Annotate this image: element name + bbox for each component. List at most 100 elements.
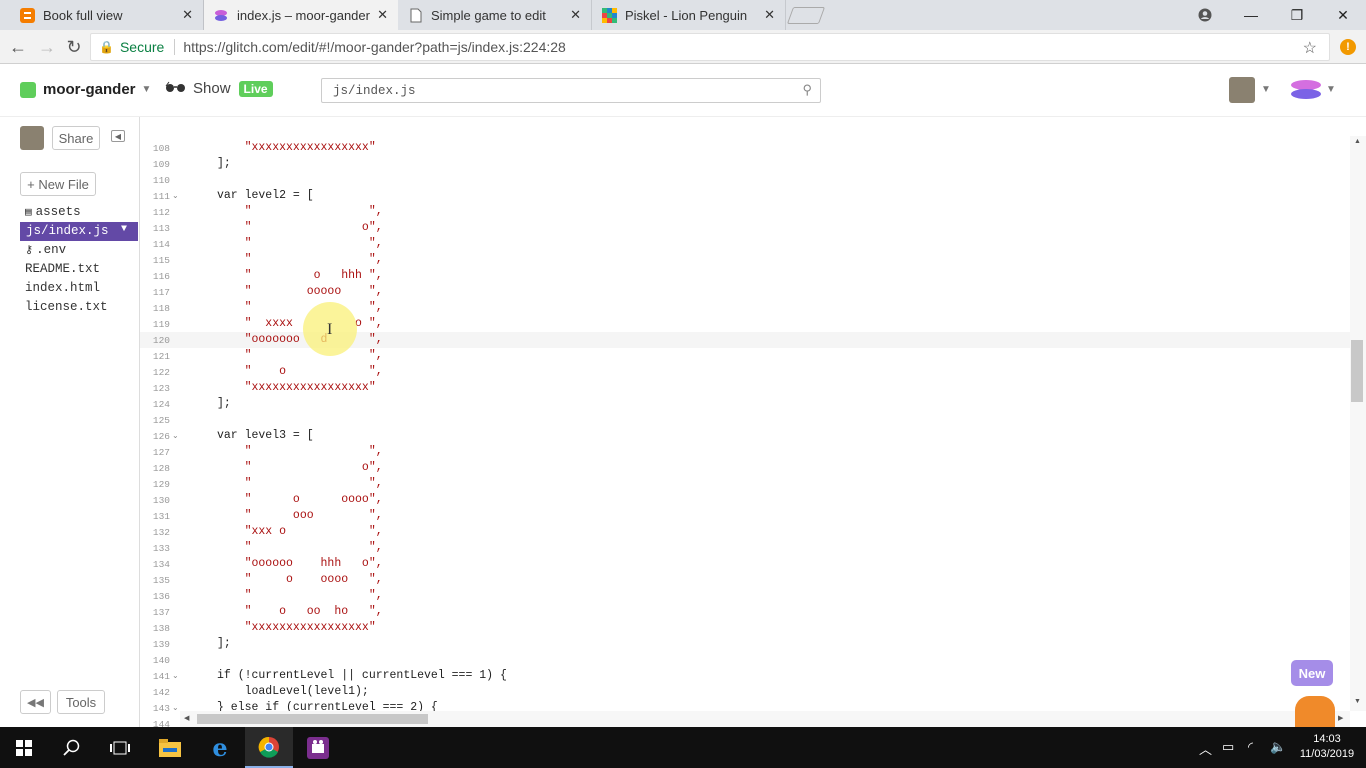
code-editor[interactable]: 108 "xxxxxxxxxxxxxxxxx" 109]; 110 111 ⌄ var l… (140, 117, 1366, 727)
teams-icon[interactable] (294, 727, 342, 768)
code-line[interactable]: " ", (217, 301, 383, 314)
code-line[interactable]: " o", (217, 221, 383, 234)
code-line[interactable]: " ", (217, 445, 383, 458)
show-button[interactable]: Show Live (165, 80, 273, 97)
system-clock[interactable]: 14:03 11/03/2019 (1297, 732, 1357, 762)
code-line[interactable]: " o", (217, 461, 383, 474)
scroll-right-icon[interactable]: ▶ (1338, 714, 1343, 722)
restore-icon[interactable]: ❐ (1274, 0, 1320, 30)
scroll-up-icon[interactable]: ▲ (1354, 138, 1361, 145)
edge-icon[interactable]: e (196, 727, 244, 768)
close-tab-icon[interactable]: ✕ (764, 7, 775, 23)
code-line[interactable]: " o hhh ", (217, 269, 383, 282)
close-tab-icon[interactable]: ✕ (377, 7, 388, 23)
code-line[interactable]: " o oooo ", (217, 573, 383, 586)
chevron-down-icon[interactable]: ▼ (1261, 84, 1271, 95)
scroll-down-icon[interactable]: ▼ (1354, 698, 1361, 705)
code-line[interactable]: " ", (217, 349, 383, 362)
show-hidden-icons-icon[interactable]: ︿ (1199, 739, 1212, 758)
file-env[interactable]: ⚷ .env (25, 243, 66, 257)
browser-tab-piskel[interactable]: Piskel - Lion Penguin ✕ (592, 0, 786, 30)
show-label: Show (193, 80, 231, 97)
profile-icon[interactable] (1182, 0, 1228, 30)
file-explorer-icon[interactable] (146, 727, 194, 768)
project-name-menu[interactable]: moor-gander ▼ (20, 81, 151, 98)
code-line[interactable]: " o ", (217, 365, 383, 378)
file-readme[interactable]: README.txt (25, 262, 100, 276)
task-view-icon[interactable] (96, 727, 144, 768)
wifi-icon[interactable]: ◜ (1248, 739, 1253, 755)
collapse-sidebar-icon[interactable]: ◀ (111, 130, 125, 142)
code-line[interactable]: "xxxxxxxxxxxxxxxxx" (217, 141, 376, 154)
window-close-icon[interactable]: ✕ (1320, 0, 1366, 30)
close-tab-icon[interactable]: ✕ (182, 7, 193, 23)
file-js-index[interactable]: js/index.js ▼ (20, 222, 138, 241)
browser-tab-book[interactable]: Book full view ✕ (0, 0, 204, 30)
fold-toggle-icon[interactable]: ⌄ (172, 431, 179, 440)
scroll-left-icon[interactable]: ◀ (184, 714, 189, 722)
fold-toggle-icon[interactable]: ⌄ (172, 703, 179, 712)
chevron-down-icon[interactable]: ▼ (121, 224, 127, 235)
code-line[interactable]: " ", (217, 589, 383, 602)
user-avatar[interactable] (1229, 77, 1255, 103)
code-line[interactable]: "oooooo hhh o", (217, 557, 383, 570)
code-line[interactable]: ]; (217, 157, 231, 170)
reload-icon[interactable]: ↻ (63, 36, 85, 58)
glitch-logo-icon[interactable] (1290, 79, 1322, 101)
code-line[interactable]: " ", (217, 237, 383, 250)
back-icon[interactable]: ← (7, 36, 29, 58)
vertical-scrollbar[interactable]: ▲ ▼ (1350, 136, 1366, 711)
browser-tab-simple-game[interactable]: Simple game to edit ✕ (398, 0, 592, 30)
fold-toggle-icon[interactable]: ⌄ (172, 191, 179, 200)
file-assets[interactable]: ▤ assets (25, 205, 81, 219)
code-line[interactable]: var level3 = [ (217, 429, 314, 442)
file-license[interactable]: license.txt (25, 300, 108, 314)
code-line[interactable]: "ooooooo d ", (217, 333, 383, 346)
line-number: 120 (152, 335, 170, 346)
code-line[interactable]: " ", (217, 541, 383, 554)
battery-icon[interactable]: ▭ (1222, 739, 1234, 755)
volume-icon[interactable]: 🔈 (1270, 739, 1286, 755)
fold-toggle-icon[interactable]: ⌄ (172, 671, 179, 680)
new-tab-button[interactable] (786, 7, 826, 24)
code-line[interactable]: loadLevel(level1); (217, 685, 369, 698)
horizontal-scroll-thumb[interactable] (197, 714, 428, 724)
code-line[interactable]: " ooooo ", (217, 285, 383, 298)
code-line[interactable]: "xxx o ", (217, 525, 383, 538)
code-line[interactable]: " xxxx o ", (217, 317, 383, 330)
code-line[interactable]: if (!currentLevel || currentLevel === 1)… (217, 669, 507, 682)
browser-tab-index[interactable]: index.js – moor-gander ✕ (204, 0, 398, 30)
code-line[interactable]: " o oo ho ", (217, 605, 383, 618)
share-button[interactable]: Share (52, 126, 100, 150)
rewind-button[interactable]: ◀◀ (20, 690, 51, 714)
windows-start-icon[interactable] (0, 727, 48, 768)
code-line[interactable]: " ooo ", (217, 509, 383, 522)
horizontal-scrollbar[interactable]: ◀ ▶ (180, 711, 1350, 727)
code-line[interactable]: ]; (217, 397, 231, 410)
tools-button[interactable]: Tools (57, 690, 105, 714)
new-badge[interactable]: New (1291, 660, 1333, 686)
code-line[interactable]: " ", (217, 205, 383, 218)
file-index-html[interactable]: index.html (25, 281, 100, 295)
code-line[interactable]: " o oooo", (217, 493, 383, 506)
chevron-down-icon[interactable]: ▼ (1326, 84, 1336, 95)
code-line[interactable]: ]; (217, 637, 231, 650)
new-file-button[interactable]: + New File (20, 172, 96, 196)
update-alert-icon[interactable]: ! (1340, 39, 1356, 55)
avatar[interactable] (20, 126, 44, 150)
chrome-icon[interactable] (245, 727, 293, 768)
code-line[interactable]: "xxxxxxxxxxxxxxxxx" (217, 381, 376, 394)
code-line[interactable]: var level2 = [ (217, 189, 314, 202)
code-line[interactable]: " ", (217, 253, 383, 266)
search-icon[interactable] (48, 727, 96, 768)
vertical-scroll-thumb[interactable] (1351, 340, 1363, 402)
code-line[interactable]: "xxxxxxxxxxxxxxxxx" (217, 621, 376, 634)
bookmark-star-icon[interactable]: ☆ (1303, 38, 1317, 58)
file-search-input[interactable]: js/index.js ⚲ (321, 78, 821, 103)
close-tab-icon[interactable]: ✕ (570, 7, 581, 23)
mascot-icon[interactable] (1295, 696, 1335, 727)
forward-icon[interactable]: → (36, 36, 58, 58)
address-bar[interactable]: 🔒 Secure https://glitch.com/edit/#!/moor… (90, 33, 1330, 61)
minimize-icon[interactable]: — (1228, 0, 1274, 30)
code-line[interactable]: " ", (217, 477, 383, 490)
